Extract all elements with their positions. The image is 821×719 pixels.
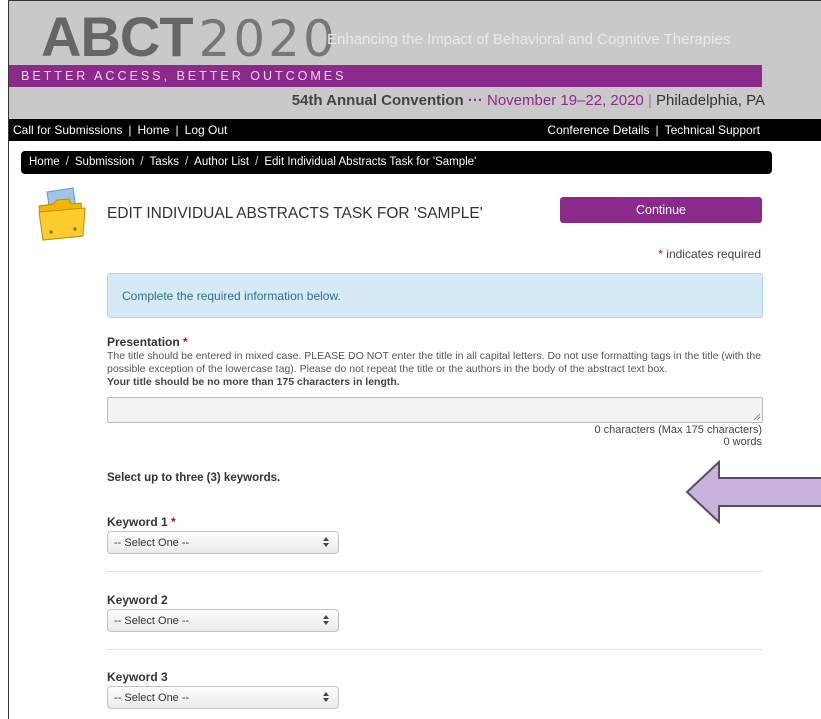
- presentation-instructions: The title should be entered in mixed cas…: [107, 350, 767, 389]
- breadcrumb-separator: /: [65, 156, 69, 168]
- info-message: Complete the required information below.: [122, 289, 341, 303]
- keyword-2-selected: -- Select One --: [114, 615, 190, 627]
- updown-caret-icon: [323, 692, 329, 702]
- nav-log-out[interactable]: Log Out: [185, 123, 228, 137]
- presentation-title-input[interactable]: [107, 397, 763, 423]
- updown-caret-icon: [323, 537, 329, 547]
- required-legend-text: indicates required: [662, 247, 761, 261]
- convention-info: 54th Annual Convention ··· November 19–2…: [292, 92, 765, 109]
- convention-dots: ···: [467, 92, 483, 109]
- character-count: 0 characters (Max 175 characters): [594, 424, 762, 436]
- info-alert: Complete the required information below.: [107, 273, 763, 318]
- keyword-3-label: Keyword 3: [107, 670, 168, 684]
- breadcrumb-current: Edit Individual Abstracts Task for 'Samp…: [264, 156, 477, 168]
- continue-button[interactable]: Continue: [560, 197, 762, 223]
- convention-separator: |: [647, 92, 652, 109]
- breadcrumb: Home / Submission / Tasks / Author List / Edit I…: [21, 151, 772, 174]
- page-title: EDIT INDIVIDUAL ABSTRACTS TASK FOR 'SAMP…: [107, 205, 483, 222]
- nav-separator: |: [128, 123, 132, 137]
- browser-page: ABCT 2020 Enhancing the Impact of Behavio…: [8, 0, 821, 719]
- breadcrumb-tasks[interactable]: Tasks: [150, 156, 179, 168]
- breadcrumb-author-list[interactable]: Author List: [194, 156, 249, 168]
- presentation-label-text: Presentation: [107, 335, 180, 349]
- keyword-2-select[interactable]: -- Select One --: [107, 609, 339, 632]
- keyword-1-label-text: Keyword 1: [107, 515, 168, 529]
- keyword-1-label: Keyword 1 *: [107, 515, 176, 529]
- nav-separator: |: [655, 123, 659, 137]
- required-star: *: [183, 335, 188, 349]
- section-divider: [107, 649, 763, 650]
- breadcrumb-separator: /: [184, 156, 189, 168]
- top-nav: Call for Submissions | Home | Log Out Confer…: [9, 119, 821, 141]
- breadcrumb-home[interactable]: Home: [29, 156, 60, 168]
- nav-separator: |: [175, 123, 179, 137]
- nav-left-links: Call for Submissions | Home | Log Out: [13, 123, 227, 137]
- keyword-3-selected: -- Select One --: [114, 692, 190, 704]
- left-arrow-icon: [685, 460, 821, 524]
- slogan-text: BETTER ACCESS, BETTER OUTCOMES: [21, 69, 347, 83]
- logo-text: ABCT: [41, 5, 194, 68]
- keyword-3-label-text: Keyword 3: [107, 670, 168, 684]
- slogan-band: BETTER ACCESS, BETTER OUTCOMES: [9, 65, 762, 87]
- section-divider: [107, 571, 763, 572]
- convention-dates: November 19–22, 2020: [487, 92, 644, 109]
- breadcrumb-separator: /: [140, 156, 144, 168]
- logo-year: 2020: [198, 10, 338, 68]
- nav-conference-details[interactable]: Conference Details: [547, 123, 649, 137]
- header-banner: ABCT 2020 Enhancing the Impact of Behavio…: [9, 1, 821, 119]
- presentation-label: Presentation *: [107, 335, 188, 349]
- resize-grip-icon[interactable]: [753, 413, 761, 421]
- word-count: 0 words: [723, 436, 762, 448]
- abct-logo: ABCT 2020: [41, 9, 338, 68]
- nav-call-for-submissions[interactable]: Call for Submissions: [13, 123, 122, 137]
- breadcrumb-submission[interactable]: Submission: [75, 156, 134, 168]
- nav-home[interactable]: Home: [138, 123, 170, 137]
- keyword-1-selected: -- Select One --: [114, 537, 190, 549]
- updown-caret-icon: [323, 615, 329, 625]
- nav-right-links: Conference Details | Technical Support: [547, 123, 760, 137]
- presentation-length-rule: Your title should be no more than 175 ch…: [107, 376, 400, 388]
- folder-icon: [38, 187, 86, 241]
- presentation-instructions-text: The title should be entered in mixed cas…: [107, 350, 762, 375]
- keyword-2-label: Keyword 2: [107, 593, 168, 607]
- keyword-instructions: Select up to three (3) keywords.: [107, 472, 281, 484]
- keyword-1-select[interactable]: -- Select One --: [107, 531, 339, 554]
- keyword-2-label-text: Keyword 2: [107, 593, 168, 607]
- required-star: *: [171, 515, 176, 529]
- convention-name: 54th Annual Convention: [291, 92, 464, 109]
- convention-location: Philadelphia, PA: [656, 92, 765, 109]
- tagline: Enhancing the Impact of Behavioral and C…: [327, 31, 731, 48]
- breadcrumb-separator: /: [255, 156, 259, 168]
- nav-technical-support[interactable]: Technical Support: [665, 123, 760, 137]
- required-legend: * indicates required: [658, 247, 761, 261]
- keyword-3-select[interactable]: -- Select One --: [107, 686, 339, 709]
